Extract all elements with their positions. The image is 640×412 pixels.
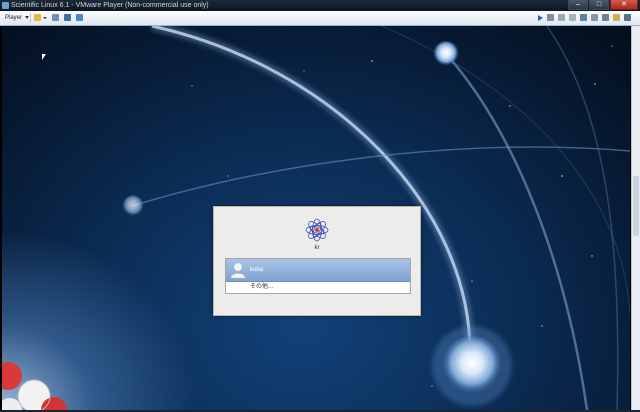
vmware-app-icon	[2, 2, 9, 9]
window-controls: – □ ✕	[567, 0, 638, 10]
cd-drive-icon[interactable]	[580, 14, 587, 21]
minimize-button[interactable]: –	[568, 0, 588, 10]
user-list: koba その他...	[225, 258, 411, 294]
unity-icon[interactable]	[76, 14, 83, 21]
hard-disk-icon[interactable]	[569, 14, 576, 21]
fullscreen-icon[interactable]	[64, 14, 71, 21]
close-button[interactable]: ✕	[610, 0, 638, 10]
chevron-down-icon	[25, 15, 30, 19]
sound-icon[interactable]	[602, 14, 609, 21]
other-user-row[interactable]: その他...	[226, 282, 410, 293]
maximize-button[interactable]: □	[589, 0, 609, 10]
login-dialog: kr koba その他...	[213, 206, 421, 316]
distro-logo-fragment	[2, 362, 67, 410]
usb-icon[interactable]	[558, 14, 565, 21]
scientific-linux-logo-icon	[305, 218, 329, 242]
window-title: Scientific Linux 6.1 - VMware Player (No…	[11, 2, 209, 9]
user-name-label: koba	[250, 267, 264, 273]
scrollbar-thumb[interactable]	[633, 176, 639, 236]
player-menu-button[interactable]: Player	[3, 13, 31, 23]
display-icon[interactable]	[624, 14, 631, 21]
player-toolbar: Player	[0, 11, 640, 26]
network-adapter-icon[interactable]	[547, 14, 554, 21]
folder-icon[interactable]	[34, 14, 47, 21]
other-user-label: その他...	[250, 284, 274, 290]
toolbar-separator	[30, 13, 31, 23]
scroll-down-icon[interactable]	[633, 403, 639, 409]
window-title-bar[interactable]: Scientific Linux 6.1 - VMware Player (No…	[0, 0, 640, 11]
vm-settings-icon[interactable]	[52, 14, 59, 21]
message-icon[interactable]	[613, 14, 620, 21]
printer-icon[interactable]	[591, 14, 598, 21]
player-menu-label: Player	[5, 15, 23, 21]
vertical-scrollbar[interactable]	[631, 26, 640, 410]
mouse-cursor-icon	[42, 54, 46, 60]
scroll-up-icon[interactable]	[633, 27, 639, 33]
hostname-label: kr	[314, 245, 320, 251]
play-icon[interactable]	[538, 15, 543, 21]
user-row-koba[interactable]: koba	[226, 259, 410, 282]
user-avatar-icon	[230, 262, 246, 279]
